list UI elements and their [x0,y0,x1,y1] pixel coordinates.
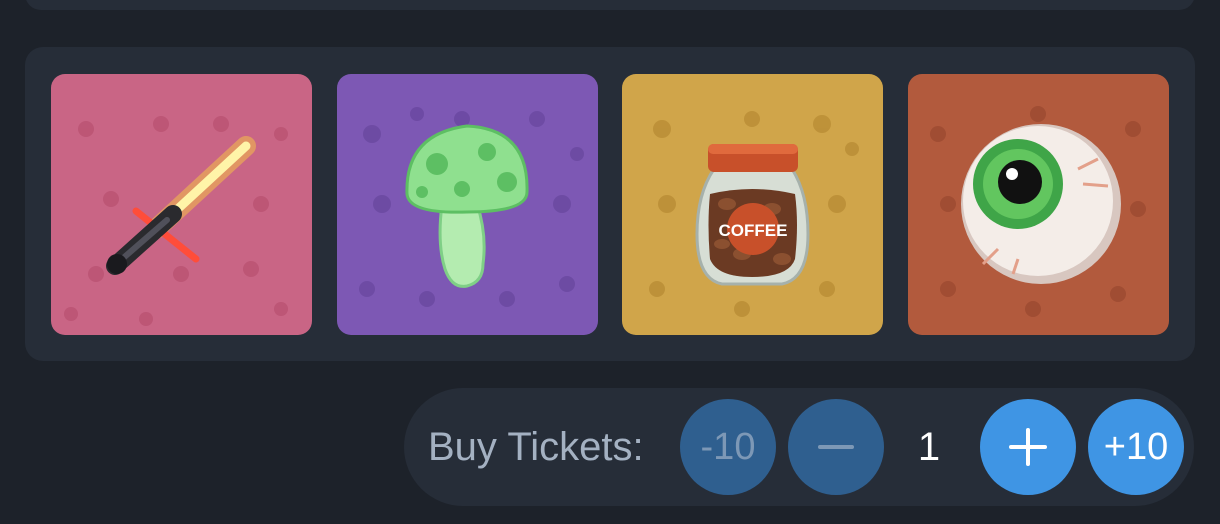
minus-icon [818,445,854,449]
minus-10-label: -10 [700,425,756,468]
eyeball-icon [908,74,1169,335]
jar-label: COFFEE [719,221,788,240]
minus-button[interactable] [788,399,884,495]
mushroom-icon [337,74,598,335]
top-panel [25,0,1195,10]
minus-10-button[interactable]: -10 [680,399,776,495]
buy-tickets-label: Buy Tickets: [428,425,644,469]
plus-10-button[interactable]: +10 [1088,399,1184,495]
ticket-quantity: 1 [917,425,941,469]
buy-tickets-bar: Buy Tickets: -10 1 +10 [404,388,1194,506]
lightsaber-icon [51,74,312,335]
plus-button[interactable] [980,399,1076,495]
items-panel: COFFEE [25,47,1195,361]
item-card-coffee[interactable]: COFFEE [622,74,883,335]
coffee-jar-icon: COFFEE [622,74,883,335]
item-card-lightsaber[interactable] [51,74,312,335]
plus-10-label: +10 [1103,425,1169,468]
plus-icon [1009,428,1047,466]
item-card-mushroom[interactable] [337,74,598,335]
item-card-eyeball[interactable] [908,74,1169,335]
